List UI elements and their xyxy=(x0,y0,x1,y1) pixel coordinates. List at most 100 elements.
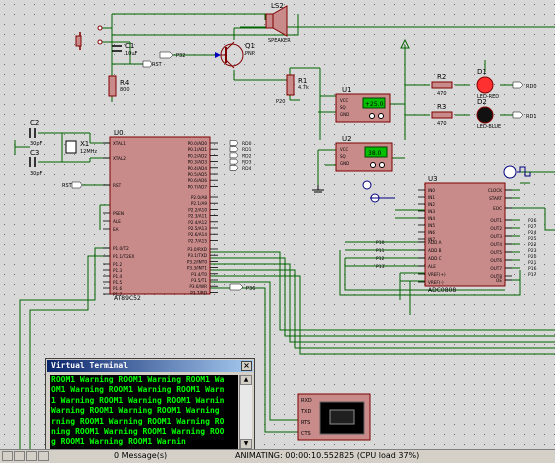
u3-pin-label: IN3 xyxy=(428,209,435,214)
u0-pin-label: P3.5/T1 xyxy=(191,278,207,283)
u0-pin-label: P2.3/A11 xyxy=(188,214,207,219)
speaker-value: SPEAKER xyxy=(268,38,291,44)
u0-pin-label: P0.6/AD6 xyxy=(188,178,208,183)
serial-pin-label: TXD xyxy=(300,409,311,415)
terminal-line: g ROOM1 Warning ROOM1 Warnin xyxy=(51,437,186,447)
u3-pin-label: OUT6 xyxy=(490,258,502,263)
serial-terminal-device[interactable]: RXD TXD RTS CTS xyxy=(297,393,371,441)
u0-ref: U0 xyxy=(114,129,124,137)
u3-pin-label: IN1 xyxy=(428,195,435,200)
u3-net-label: P25 xyxy=(528,236,537,242)
u3-pin-label: IN4 xyxy=(428,216,435,221)
u0-pin-label: P3.3/INT1 xyxy=(187,266,208,271)
terminal-line: rning ROOM1 Warning ROOM1 Warning RO xyxy=(51,416,225,426)
u2-down-button-icon[interactable] xyxy=(379,162,385,168)
message-count[interactable]: 0 Message(s) xyxy=(114,451,167,460)
u0-pin-label: P1.5 xyxy=(113,280,123,285)
serial-pin-label: RXD xyxy=(301,398,312,404)
u0-port-label: RD3 xyxy=(242,160,252,166)
u3-net-label: P12 xyxy=(376,256,385,262)
scroll-down-icon[interactable]: ▼ xyxy=(240,439,252,449)
net-terminal-icon xyxy=(229,158,239,165)
u0-port-label: RD1 xyxy=(242,147,252,153)
u3-value: ADC0808 xyxy=(428,287,456,294)
serial-pin-label: CTS xyxy=(301,431,311,437)
u0-pin-label: P3.6/WR xyxy=(189,284,207,289)
u3-pin-label: IN0 xyxy=(428,188,435,193)
u3-pin-label: ADD C xyxy=(428,256,442,261)
virtual-terminal-output[interactable]: ROOM1 Warning ROOM1 Warning ROOM1 Wa OM1… xyxy=(50,375,238,449)
u0-pin-label: P1.6 xyxy=(113,286,123,291)
virtual-terminal-title: Virtual Terminal xyxy=(51,361,129,370)
u0-port-label: RD4 xyxy=(242,166,252,172)
u3-net-label: P13 xyxy=(376,264,385,270)
virtual-terminal-window[interactable]: Virtual Terminal × ROOM1 Warning ROOM1 W… xyxy=(45,358,255,452)
u0-pin-label: P1.7 xyxy=(113,292,123,297)
serial-pin-label: RTS xyxy=(301,420,310,426)
u0-pin-label: P3.7/RD xyxy=(190,290,207,295)
vertical-scrollbar[interactable]: ▲ ▼ xyxy=(239,375,252,449)
x1-value: 12MHz xyxy=(80,149,97,155)
c1-value: 10uF xyxy=(125,51,138,57)
r3-value: 470 xyxy=(437,121,447,127)
u3-pin-label: IN5 xyxy=(428,223,435,228)
net-label-p32: P32 xyxy=(176,53,185,59)
u1-up-button-icon[interactable] xyxy=(369,113,375,119)
x1-ref: X1 xyxy=(80,140,89,148)
u0-pin-label: P1.3 xyxy=(113,268,123,273)
c2-value: 30pF xyxy=(30,141,43,147)
u3-net-label: P21 xyxy=(528,260,537,266)
speaker-ref: LS2 xyxy=(271,2,284,10)
u3-net-label: P24 xyxy=(528,230,537,236)
u2-up-button-icon[interactable] xyxy=(370,162,376,168)
u1-pin-vcc: VCC xyxy=(340,98,349,103)
u3-pin-label: OUT1 xyxy=(490,218,502,223)
u0-pin-label: P1.0/T2 xyxy=(113,246,129,251)
u0-pin-label: EA xyxy=(113,227,119,232)
u3-net-label: P26 xyxy=(528,218,537,224)
play-icon[interactable] xyxy=(2,451,13,461)
stop-icon[interactable] xyxy=(38,451,49,461)
close-icon[interactable]: × xyxy=(241,361,252,371)
q1-ref: Q1 xyxy=(245,42,255,50)
u0-pin-label: P0.0/AD0 xyxy=(188,141,208,146)
u2-pin-vcc: VCC xyxy=(340,147,349,152)
u0-pin-label: P2.4/A12 xyxy=(188,220,207,225)
u1-down-button-icon[interactable] xyxy=(378,113,384,119)
adc-u3[interactable]: U3 ADC0808 IN0IN1IN2IN3IN4IN5IN6IN7ADD A… xyxy=(418,175,512,294)
u0-pin-label: P3.4/T0 xyxy=(191,272,207,277)
step-icon[interactable] xyxy=(14,451,25,461)
net-terminal-icon xyxy=(142,60,153,68)
net-terminal-icon xyxy=(229,283,244,291)
u3-pin-label: OE xyxy=(496,278,502,283)
r1-value: 4.7k xyxy=(298,85,309,91)
u0-pin-label: P0.1/AD1 xyxy=(188,147,208,152)
u0-pin-label: P0.7/AD7 xyxy=(188,184,208,189)
u0-pin-label: XTAL1 xyxy=(113,141,126,146)
d2-value: LED-BLUE xyxy=(477,124,501,130)
u0-pin-label: P3.1/TXD xyxy=(188,253,207,258)
c1-ref: C1 xyxy=(125,42,134,50)
u0-pin-label: P2.2/A10 xyxy=(188,207,207,212)
r2-value: 470 xyxy=(437,91,447,97)
u2-pin-gnd: GND xyxy=(340,161,349,166)
net-label-rd1: RD1 xyxy=(526,114,537,120)
u0-pin-label: P0.5/AD5 xyxy=(188,172,208,177)
status-bar: 0 Message(s) ANIMATING: 00:00:10.552825 … xyxy=(0,449,555,463)
u0-pin-label: P3.0/RXD xyxy=(187,247,207,252)
u3-pin-label: OUT4 xyxy=(490,242,502,247)
pause-icon[interactable] xyxy=(26,451,37,461)
u3-net-label: P16 xyxy=(528,266,537,272)
terminal-line: ROOM1 Warning ROOM1 Warning ROOM1 Wa xyxy=(51,375,225,384)
u0-pin-label: P0.2/AD2 xyxy=(188,153,208,158)
mcu-u0[interactable]: U0 AT89C52 XTAL1XTAL2RSTPSENALEEAP1.0/T2… xyxy=(103,129,218,302)
net-terminal-icon xyxy=(159,51,174,59)
u0-pin-label: P0.4/AD4 xyxy=(188,166,208,171)
u0-pin-label: P2.0/A8 xyxy=(191,195,207,200)
u3-net-label: P22 xyxy=(528,242,537,248)
r2-ref: R2 xyxy=(437,73,446,81)
scroll-up-icon[interactable]: ▲ xyxy=(240,375,252,385)
virtual-terminal-titlebar[interactable]: Virtual Terminal × xyxy=(47,360,253,372)
u2-pin-sq: SQ xyxy=(340,154,346,159)
u1-pin-gnd: GND xyxy=(340,112,349,117)
